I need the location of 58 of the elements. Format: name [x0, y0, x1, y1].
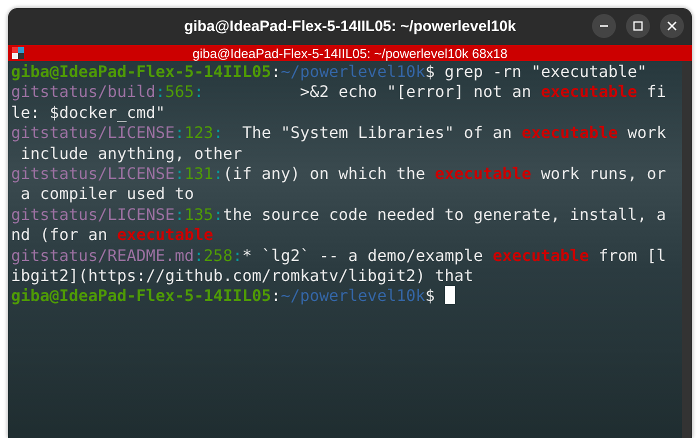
minimize-icon — [600, 25, 608, 27]
output-text: ibgit2](https://github.com/romkatv/libgit2) that — [11, 266, 474, 285]
separator: : — [232, 246, 242, 265]
line-number: 258 — [204, 246, 233, 265]
match-text: executable — [492, 246, 589, 265]
separator: : — [213, 164, 223, 183]
output-text: The "System Libraries" of an — [241, 123, 513, 142]
match-text: executable — [434, 164, 532, 183]
output-text: a compiler used to — [20, 184, 194, 204]
close-button[interactable] — [660, 14, 684, 38]
file-path: gitstatus/build — [11, 82, 156, 102]
separator: : — [194, 246, 204, 265]
prompt-user: giba@IdeaPad-Flex-5-14IIL05 — [11, 62, 272, 81]
output-text: include anything, other — [20, 144, 242, 163]
output-text: nd (for an — [11, 225, 108, 244]
minimize-button[interactable] — [592, 14, 616, 38]
output-text: le: $docker_cmd" — [11, 102, 166, 122]
separator: : — [174, 204, 184, 224]
terminal-title: giba@IdeaPad-Flex-5-14IIL05: ~/powerlevel10k 68x18 — [192, 46, 508, 60]
line-number: 135 — [184, 204, 214, 224]
output-text: : — [271, 62, 281, 81]
output-text: >&2 echo "[error] not an — [299, 82, 532, 102]
separator: : — [194, 82, 204, 102]
output-text: from [l — [598, 246, 666, 265]
window-title: giba@IdeaPad-Flex-5-14IIL05: ~/powerlevel10k — [184, 18, 516, 35]
prompt-user: giba@IdeaPad-Flex-5-14IIL05 — [11, 286, 272, 306]
match-text: executable — [540, 82, 638, 102]
file-path: gitstatus/LICENSE — [11, 123, 175, 142]
scrollbar[interactable] — [682, 61, 692, 438]
line-number: 131 — [184, 164, 214, 183]
line-number: 123 — [184, 123, 214, 142]
separator: : — [213, 204, 223, 224]
separator: : — [174, 164, 184, 183]
maximize-icon — [633, 21, 643, 31]
separator: : — [156, 82, 166, 102]
separator: : — [213, 123, 223, 142]
close-icon — [667, 21, 677, 31]
cursor — [444, 286, 454, 304]
separator: : — [174, 123, 184, 142]
terminal-menu-icon[interactable] — [12, 47, 24, 59]
maximize-button[interactable] — [626, 14, 650, 38]
match-text: executable — [522, 123, 618, 142]
output-text: (if any) on which the — [222, 164, 426, 183]
prompt-path: ~/powerlevel10k — [280, 62, 426, 81]
output-text: the source code needed to generate, install, a — [222, 204, 666, 224]
match-text: executable — [116, 225, 214, 244]
output-text: * `lg2` -- a demo/example — [242, 246, 484, 265]
file-path: gitstatus/LICENSE — [11, 204, 175, 224]
output-text: $ grep -rn "executable" — [425, 62, 647, 81]
output-text: work runs, or — [540, 164, 666, 183]
file-path: gitstatus/LICENSE — [11, 164, 175, 183]
file-path: gitstatus/README.md — [11, 246, 194, 265]
output-text: : — [271, 286, 281, 306]
output-text: fi — [646, 82, 666, 102]
prompt-path: ~/powerlevel10k — [280, 286, 426, 306]
output-text: $ — [425, 286, 436, 306]
line-number: 565 — [165, 82, 194, 102]
output-text: work — [626, 123, 666, 142]
